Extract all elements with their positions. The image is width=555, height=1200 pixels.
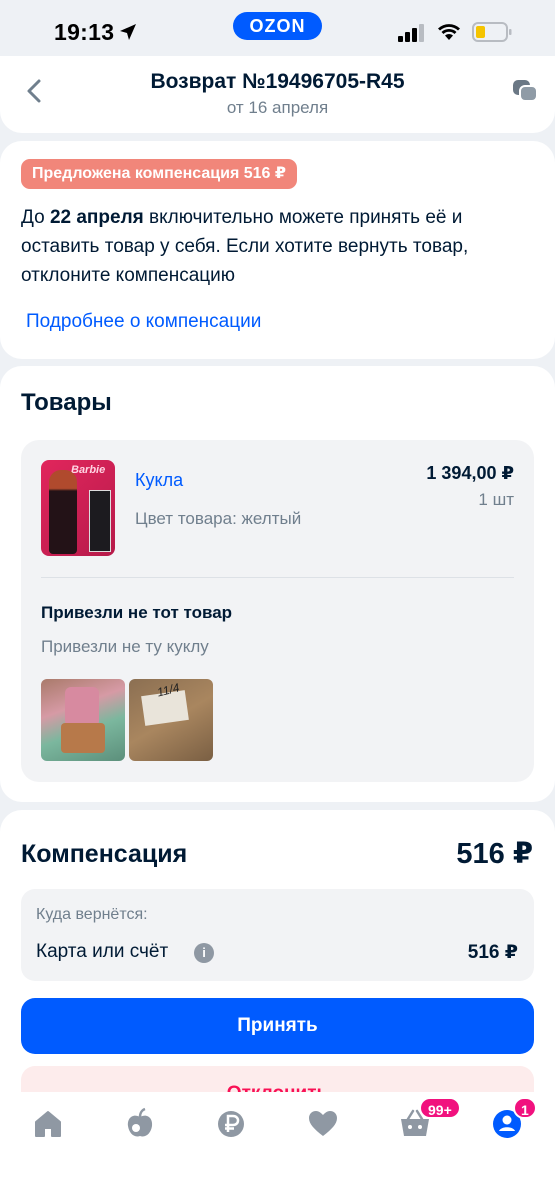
product-color: Цвет товара: желтый xyxy=(135,509,302,528)
refund-destination-label: Куда вернётся: xyxy=(36,906,148,923)
heart-icon xyxy=(309,1111,337,1136)
page-title: Возврат №19496705-R45 xyxy=(150,70,405,93)
offer-description: До 22 апреля включительно можете принять… xyxy=(21,203,536,290)
bottom-tab-bar: 99+ 1 xyxy=(0,1092,555,1200)
ozon-logo: OZON xyxy=(233,12,322,40)
tab-finance[interactable] xyxy=(214,1107,248,1141)
product-image[interactable]: Barbie xyxy=(41,460,115,556)
refund-destination-amount: 516 ₽ xyxy=(467,942,518,963)
page-subtitle: от 16 апреля xyxy=(226,98,329,117)
divider xyxy=(41,577,514,578)
return-reason-description: Привезли не ту куклу xyxy=(41,637,209,656)
product-name-link[interactable]: Кукла xyxy=(135,470,183,491)
return-reason: Привезли не тот товар xyxy=(41,603,233,622)
chat-icon[interactable] xyxy=(511,78,539,104)
status-time: 19:13 xyxy=(54,19,115,45)
return-photo-1[interactable] xyxy=(41,679,125,761)
offer-text-start: До xyxy=(21,207,50,228)
compensation-amount: 516 ₽ xyxy=(456,838,533,870)
accept-button[interactable]: Принять xyxy=(21,998,534,1054)
photo-doll-box xyxy=(65,687,99,727)
doll-box xyxy=(89,490,111,552)
return-photo-2[interactable]: 11/4 xyxy=(129,679,213,761)
compensation-details-link[interactable]: Подробнее о компенсации xyxy=(26,311,261,333)
home-icon xyxy=(35,1111,61,1137)
compensation-offered-badge: Предложена компенсация 516 ₽ xyxy=(21,159,298,189)
product-price: 1 394,00 ₽ xyxy=(426,463,514,483)
info-icon[interactable]: i xyxy=(194,943,214,963)
ruble-coin-icon xyxy=(218,1111,244,1137)
profile-badge: 1 xyxy=(513,1097,537,1119)
cellular-signal-icon xyxy=(398,24,424,42)
compensation-title: Компенсация xyxy=(21,840,188,868)
product-quantity: 1 шт xyxy=(478,490,514,509)
page-header: Возврат №19496705-R45 от 16 апреля xyxy=(0,56,555,133)
tab-fresh[interactable] xyxy=(123,1107,157,1141)
apple-icon xyxy=(127,1107,153,1137)
wifi-icon xyxy=(438,24,460,40)
goods-card: Товары Barbie Кукла Цвет товара: желтый … xyxy=(0,366,555,802)
goods-title: Товары xyxy=(21,389,112,416)
offer-deadline: 22 апреля xyxy=(49,207,144,228)
tab-home[interactable] xyxy=(31,1107,65,1141)
location-arrow-icon xyxy=(120,24,136,40)
status-bar: 19:13 OZON xyxy=(0,0,555,64)
tab-favorites[interactable] xyxy=(306,1107,340,1141)
goods-item-panel: Barbie Кукла Цвет товара: желтый 1 394,0… xyxy=(21,440,534,782)
cart-badge: 99+ xyxy=(419,1097,461,1119)
photo-doll-base xyxy=(61,723,105,753)
refund-destination-panel: Куда вернётся: Карта или счёт i 516 ₽ xyxy=(21,889,534,981)
refund-destination: Карта или счёт xyxy=(36,941,169,962)
compensation-offer-card: Предложена компенсация 516 ₽ До 22 апрел… xyxy=(0,141,555,359)
battery-icon xyxy=(472,22,512,42)
product-image-brand: Barbie xyxy=(71,464,106,476)
doll-figure xyxy=(49,470,77,554)
